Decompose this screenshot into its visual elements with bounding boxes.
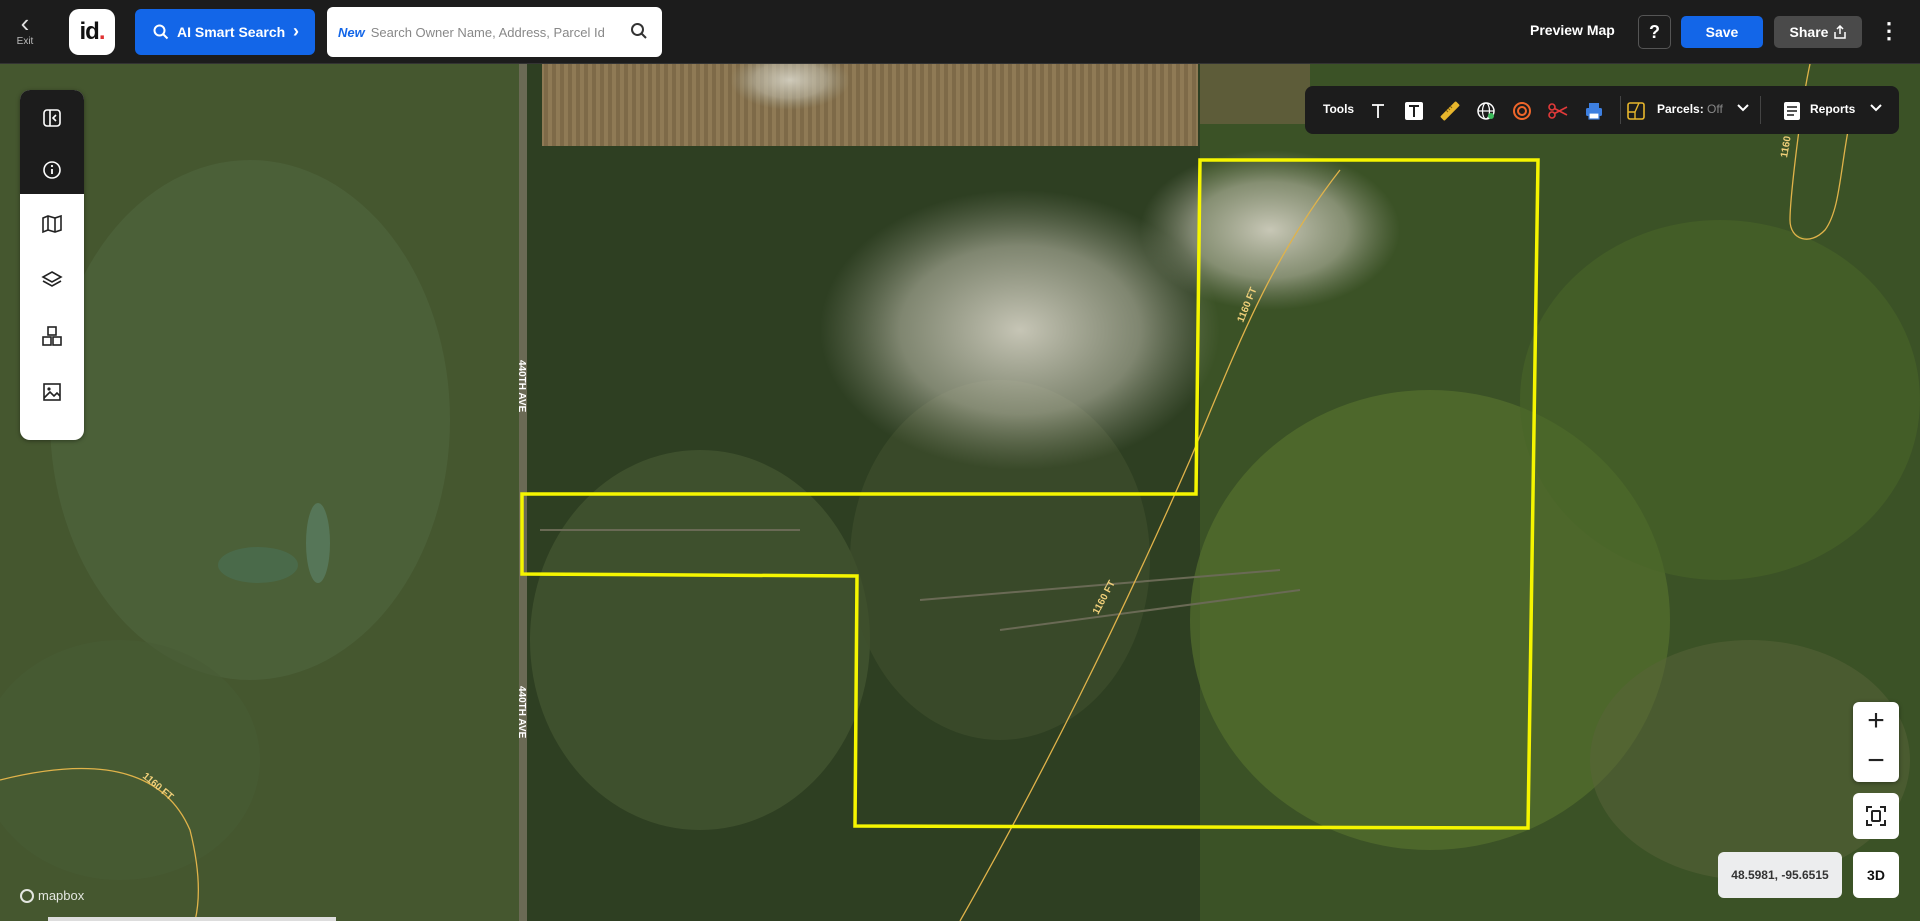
top-bar: ‹ Exit id. AI Smart Search › New Search … — [0, 0, 1920, 64]
radius-icon — [1513, 102, 1531, 120]
mapbox-label: mapbox — [38, 888, 85, 903]
chevron-right-icon: › — [293, 21, 299, 41]
parcels-toggle-button[interactable] — [1623, 98, 1649, 124]
chevron-down-icon — [1869, 104, 1882, 112]
text-icon — [1372, 104, 1384, 118]
preview-map-button[interactable]: Preview Map — [1530, 22, 1615, 38]
reports-icon — [1784, 102, 1800, 120]
share-button[interactable]: Share — [1774, 16, 1862, 48]
fit-bounds-button[interactable] — [1853, 793, 1899, 839]
search-icon[interactable] — [630, 22, 648, 40]
share-icon — [1834, 25, 1847, 39]
parcels-icon — [1627, 102, 1645, 120]
buildings-icon — [42, 326, 62, 346]
mapbox-logo-icon — [20, 888, 34, 903]
print-tool[interactable] — [1581, 98, 1607, 124]
app-logo[interactable]: id. — [69, 9, 115, 55]
map-button[interactable] — [20, 196, 84, 252]
ai-smart-search-button[interactable]: AI Smart Search › — [135, 9, 315, 55]
collapse-panel-button[interactable] — [20, 90, 84, 146]
share-label: Share — [1789, 24, 1829, 40]
save-button[interactable]: Save — [1681, 16, 1763, 48]
search-icon — [153, 24, 169, 40]
text-box-tool[interactable] — [1401, 98, 1427, 124]
search-input[interactable]: New Search Owner Name, Address, Parcel I… — [327, 7, 662, 57]
chevron-down-icon — [1737, 104, 1749, 112]
road-label: 440TH AVE — [516, 686, 527, 739]
parcels-toggle[interactable]: Parcels: Off — [1657, 102, 1750, 116]
tools-label: Tools — [1323, 102, 1355, 116]
radius-tool[interactable] — [1509, 98, 1535, 124]
map-toolbar: Tools Parcels: Off Reports — [1305, 86, 1899, 134]
zoom-control: + − — [1853, 702, 1899, 782]
3d-toggle-button[interactable]: 3D — [1853, 852, 1899, 898]
zoom-in-button[interactable]: + — [1853, 702, 1899, 742]
layers-button[interactable] — [20, 252, 84, 308]
text-tool[interactable] — [1365, 98, 1391, 124]
new-tag: New — [338, 24, 365, 40]
buildings-button[interactable] — [20, 308, 84, 364]
zoom-out-button[interactable]: − — [1853, 742, 1899, 782]
logo-text: id — [79, 18, 100, 45]
loading-progress-bar — [48, 917, 336, 921]
exit-button[interactable]: ‹ Exit — [8, 10, 42, 54]
left-rail — [20, 90, 84, 440]
help-button[interactable]: ? — [1638, 15, 1671, 49]
layers-icon — [41, 271, 63, 287]
image-button[interactable] — [20, 364, 84, 420]
scissors-icon — [1548, 103, 1568, 119]
parcels-label: Parcels: — [1657, 102, 1704, 116]
ai-smart-search-label: AI Smart Search — [177, 24, 286, 40]
more-menu-icon[interactable]: ⋮ — [1878, 20, 1900, 44]
map-canvas: 440TH AVE 440TH AVE 1160 FT 1160 FT 1160… — [0, 64, 1920, 921]
satellite-map[interactable]: 440TH AVE 440TH AVE 1160 FT 1160 FT 1160… — [0, 64, 1920, 921]
parcels-state: Off — [1707, 102, 1723, 116]
info-icon — [43, 161, 61, 179]
map-icon — [42, 214, 62, 234]
exit-label: Exit — [16, 36, 34, 47]
search-placeholder: Search Owner Name, Address, Parcel Id — [370, 24, 605, 40]
scissors-tool[interactable] — [1545, 98, 1571, 124]
ruler-icon — [1440, 101, 1460, 121]
info-button[interactable] — [20, 142, 84, 198]
collapse-panel-icon — [43, 109, 61, 127]
mapbox-attribution[interactable]: mapbox — [20, 888, 84, 903]
image-icon — [43, 383, 61, 401]
globe-icon — [1477, 102, 1495, 120]
print-icon — [1586, 103, 1602, 120]
ruler-tool[interactable] — [1437, 98, 1463, 124]
reports-icon-wrap — [1779, 98, 1805, 124]
fit-bounds-icon — [1866, 806, 1886, 826]
pond — [218, 547, 298, 583]
road-label: 440TH AVE — [516, 360, 527, 413]
reports-label: Reports — [1810, 102, 1856, 116]
crop-field — [542, 64, 1198, 146]
text-box-icon — [1405, 102, 1423, 120]
reports-dropdown[interactable]: Reports — [1810, 102, 1883, 116]
globe-tool[interactable] — [1473, 98, 1499, 124]
coordinates-readout: 48.5981, -95.6515 — [1718, 852, 1842, 898]
chevron-left-icon: ‹ — [20, 8, 30, 38]
